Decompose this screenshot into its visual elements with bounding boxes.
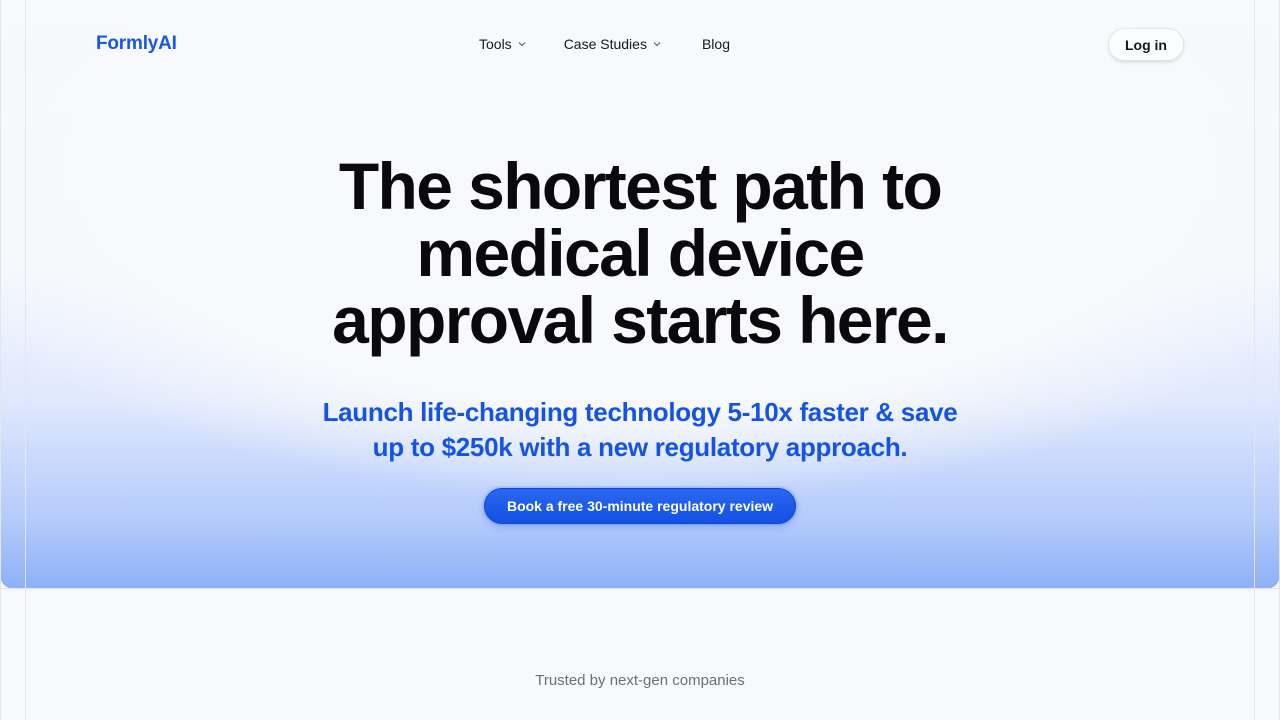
hero-divider	[0, 588, 1280, 589]
nav-links: Tools Case Studies Blog	[479, 36, 730, 52]
nav-item-case-studies-label: Case Studies	[563, 36, 647, 52]
nav-item-tools[interactable]: Tools	[479, 36, 526, 52]
trusted-by-label: Trusted by next-gen companies	[535, 672, 745, 689]
hero-subheadline: Launch life-changing technology 5-10x fa…	[240, 395, 1040, 465]
nav-item-case-studies[interactable]: Case Studies	[564, 36, 661, 52]
left-inner-guide-line	[25, 0, 26, 720]
brand-logo[interactable]: FormlyAI	[96, 33, 177, 55]
page: FormlyAI Tools Case Studies Blog Log in …	[0, 0, 1280, 720]
chevron-down-icon	[653, 40, 661, 48]
top-navigation: FormlyAI Tools Case Studies Blog Log in	[0, 0, 1280, 88]
left-outer-guide-line	[0, 0, 1, 720]
login-button[interactable]: Log in	[1108, 28, 1184, 61]
nav-item-tools-label: Tools	[479, 36, 512, 52]
hero-subheadline-line: up to $250k with a new regulatory approa…	[372, 432, 908, 462]
nav-item-blog[interactable]: Blog	[702, 36, 730, 52]
nav-item-blog-label: Blog	[701, 36, 730, 52]
book-review-button[interactable]: Book a free 30-minute regulatory review	[484, 488, 796, 524]
chevron-down-icon	[518, 40, 526, 48]
hero-headline-line: medical device	[416, 216, 865, 290]
right-inner-guide-line	[1254, 0, 1255, 720]
hero-headline-line: The shortest path to	[338, 149, 943, 223]
hero-headline: The shortest path to medical device appr…	[240, 153, 1040, 354]
hero-headline-line: approval starts here.	[332, 283, 949, 357]
hero-subheadline-line: Launch life-changing technology 5-10x fa…	[322, 397, 958, 427]
